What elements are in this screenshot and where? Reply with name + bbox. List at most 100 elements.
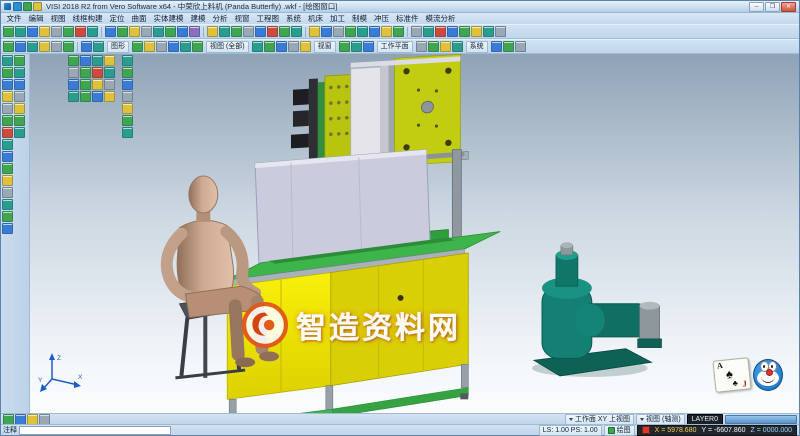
tool-icon[interactable]	[144, 41, 155, 52]
tool-icon[interactable]	[80, 55, 91, 66]
tool-icon[interactable]	[2, 103, 13, 114]
tool-icon[interactable]	[231, 26, 242, 37]
tool-icon[interactable]	[105, 26, 116, 37]
draw-mode-chip[interactable]: 绘图	[604, 425, 635, 436]
tool-icon[interactable]	[14, 79, 25, 90]
tool-icon[interactable]	[180, 41, 191, 52]
tool-icon[interactable]	[68, 91, 79, 102]
tool-icon[interactable]	[68, 79, 79, 90]
viewport-3d[interactable]: 智造资料网 Z X Y A ♠ J ♣	[30, 54, 799, 413]
toolbar-group-label[interactable]: 系统	[466, 41, 488, 53]
tool-icon[interactable]	[483, 26, 494, 37]
menu-item[interactable]: 建模	[187, 13, 209, 24]
tool-icon[interactable]	[27, 26, 38, 37]
minimize-button[interactable]: –	[749, 2, 764, 12]
note-input[interactable]	[19, 426, 171, 435]
tool-icon[interactable]	[92, 79, 103, 90]
menu-item[interactable]: 制模	[349, 13, 371, 24]
tool-icon[interactable]	[92, 55, 103, 66]
tool-icon[interactable]	[503, 41, 514, 52]
tool-icon[interactable]	[75, 26, 86, 37]
tool-icon[interactable]	[80, 67, 91, 78]
tool-icon[interactable]	[192, 41, 203, 52]
tool-icon[interactable]	[153, 26, 164, 37]
tool-icon[interactable]	[63, 41, 74, 52]
tool-icon[interactable]	[3, 41, 14, 52]
menu-item[interactable]: 模流分析	[422, 13, 459, 24]
tool-icon[interactable]	[14, 103, 25, 114]
tool-icon[interactable]	[104, 91, 115, 102]
tool-icon[interactable]	[104, 79, 115, 90]
menu-item[interactable]: 编辑	[25, 13, 47, 24]
tool-icon[interactable]	[255, 26, 266, 37]
layer-indicator[interactable]: LAYER0	[687, 414, 723, 425]
tool-icon[interactable]	[80, 91, 91, 102]
tool-icon[interactable]	[81, 41, 92, 52]
tool-icon[interactable]	[63, 26, 74, 37]
viewport-3d-scene[interactable]	[30, 54, 799, 413]
tool-icon[interactable]	[321, 26, 332, 37]
tool-icon[interactable]	[189, 26, 200, 37]
tool-icon[interactable]	[435, 26, 446, 37]
tool-icon[interactable]	[264, 41, 275, 52]
toolbar-group-label[interactable]: 视窗	[314, 41, 336, 53]
tool-icon[interactable]	[14, 67, 25, 78]
tool-icon[interactable]	[51, 26, 62, 37]
tool-icon[interactable]	[393, 26, 404, 37]
tool-icon[interactable]	[15, 414, 26, 425]
menu-item[interactable]: 分析	[209, 13, 231, 24]
tool-icon[interactable]	[300, 41, 311, 52]
tool-icon[interactable]	[168, 41, 179, 52]
toolbar-group-label[interactable]: 工作平面	[377, 41, 413, 53]
tool-icon[interactable]	[2, 127, 13, 138]
menu-item[interactable]: 系统	[283, 13, 305, 24]
quick-access-icon[interactable]	[23, 2, 32, 11]
tool-icon[interactable]	[117, 26, 128, 37]
tool-icon[interactable]	[440, 41, 451, 52]
tool-icon[interactable]	[252, 41, 263, 52]
tool-icon[interactable]	[129, 26, 140, 37]
tool-icon[interactable]	[3, 414, 14, 425]
tool-icon[interactable]	[15, 41, 26, 52]
toolbar-group-label[interactable]: 图形	[107, 41, 129, 53]
maximize-button[interactable]: ❐	[765, 2, 780, 12]
toolbar-group-label[interactable]: 视图 (全部)	[206, 41, 249, 53]
tool-icon[interactable]	[2, 91, 13, 102]
tool-icon[interactable]	[276, 41, 287, 52]
tool-icon[interactable]	[288, 41, 299, 52]
tool-icon[interactable]	[471, 26, 482, 37]
tool-icon[interactable]	[2, 67, 13, 78]
tool-icon[interactable]	[15, 26, 26, 37]
menu-item[interactable]: 视窗	[231, 13, 253, 24]
tool-icon[interactable]	[92, 67, 103, 78]
tool-icon[interactable]	[39, 41, 50, 52]
tool-icon[interactable]	[345, 26, 356, 37]
tool-icon[interactable]	[207, 26, 218, 37]
tool-icon[interactable]	[51, 41, 62, 52]
tool-icon[interactable]	[339, 41, 350, 52]
tool-icon[interactable]	[80, 79, 91, 90]
tool-icon[interactable]	[27, 41, 38, 52]
tool-icon[interactable]	[122, 55, 133, 66]
tool-icon[interactable]	[309, 26, 320, 37]
tool-icon[interactable]	[122, 115, 133, 126]
tool-icon[interactable]	[2, 211, 13, 222]
tool-icon[interactable]	[411, 26, 422, 37]
tool-icon[interactable]	[14, 127, 25, 138]
tool-icon[interactable]	[14, 91, 25, 102]
tool-icon[interactable]	[279, 26, 290, 37]
quick-access-icon[interactable]	[33, 2, 42, 11]
tool-icon[interactable]	[104, 55, 115, 66]
tool-icon[interactable]	[27, 414, 38, 425]
tool-icon[interactable]	[491, 41, 502, 52]
tool-icon[interactable]	[219, 26, 230, 37]
menu-item[interactable]: 文件	[3, 13, 25, 24]
quick-access-icon[interactable]	[13, 2, 22, 11]
tool-icon[interactable]	[459, 26, 470, 37]
menu-item[interactable]: 加工	[327, 13, 349, 24]
tool-icon[interactable]	[369, 26, 380, 37]
tool-icon[interactable]	[291, 26, 302, 37]
tool-icon[interactable]	[363, 41, 374, 52]
tool-icon[interactable]	[515, 41, 526, 52]
tool-icon[interactable]	[423, 26, 434, 37]
